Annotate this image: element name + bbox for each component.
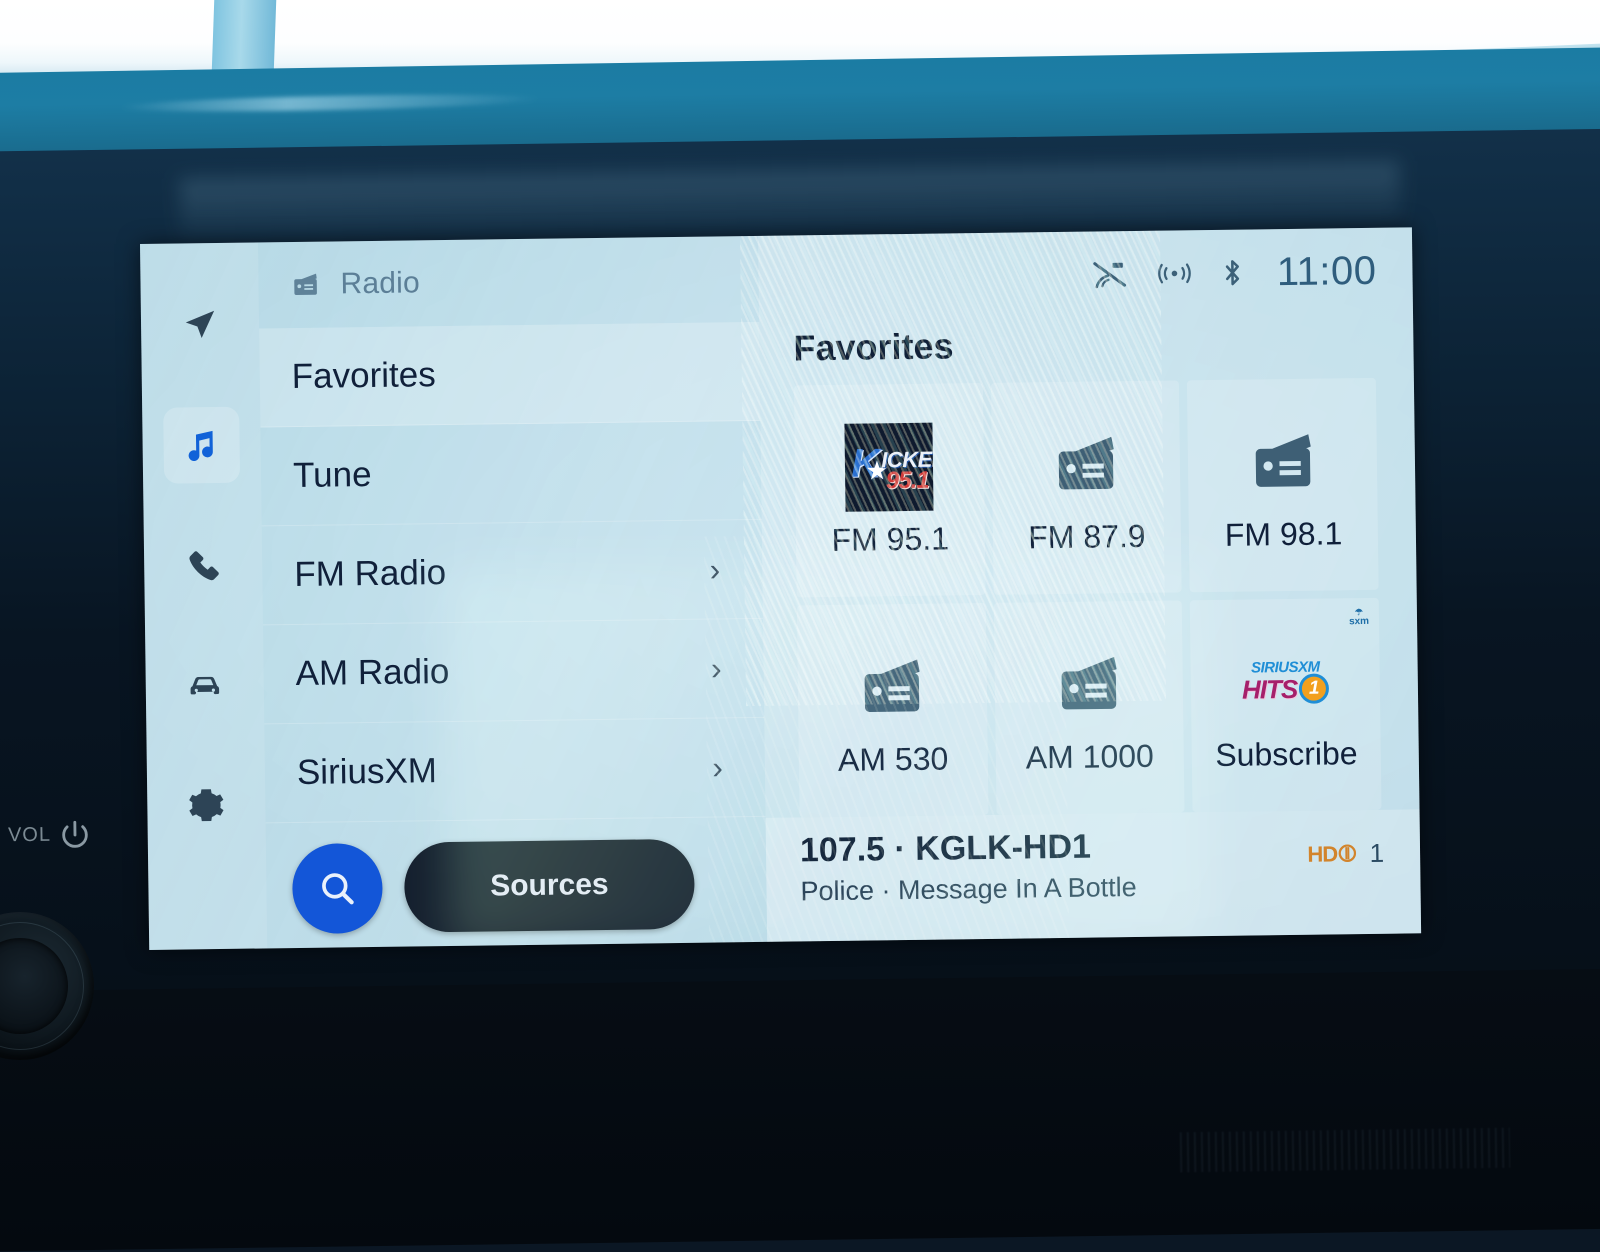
radio-icon xyxy=(1061,656,1117,709)
menu-item-label: Tune xyxy=(292,454,372,496)
station-artwork xyxy=(1041,420,1130,509)
now-playing-station: 107.5 · KGLK-HD1 xyxy=(799,827,1092,870)
favorites-panel: 11:00 Favorites K ★ ICKER 95.1 FM 95.1 F… xyxy=(757,227,1422,942)
power-icon[interactable] xyxy=(58,818,92,852)
menu-item-favorites[interactable]: Favorites xyxy=(259,321,761,428)
favorite-label: FM 87.9 xyxy=(1027,517,1146,555)
chevron-right-icon: › xyxy=(710,649,722,687)
bluetooth-icon xyxy=(1226,260,1240,286)
sxm-badge-label: sxm xyxy=(1348,615,1370,628)
station-logo-kicker: K ★ ICKER 95.1 xyxy=(844,422,934,512)
gear-icon xyxy=(189,789,224,822)
music-note-icon xyxy=(188,430,213,461)
station-artwork: SiriusXM Hits 1 xyxy=(1241,637,1330,726)
favorites-title: Favorites xyxy=(793,325,954,369)
favorite-tile-fm-981[interactable]: FM 98.1 xyxy=(1187,377,1379,593)
hits-wordmark: Hits xyxy=(1241,673,1298,705)
hd-radio-icon: HD ⦷ xyxy=(1307,840,1356,868)
radio-icon xyxy=(864,658,920,712)
hits-channel-number: 1 xyxy=(1298,673,1330,704)
favorite-tile-fm-951[interactable]: K ★ ICKER 95.1 FM 95.1 xyxy=(793,382,986,598)
hd-arc-glyph: ⦷ xyxy=(1338,840,1356,867)
favorite-label: FM 98.1 xyxy=(1224,514,1343,553)
phone-icon xyxy=(189,551,219,581)
favorite-label: AM 530 xyxy=(837,739,949,778)
station-logo-siriusxm-hits1: SiriusXM Hits 1 xyxy=(1241,650,1330,713)
menu-item-tune[interactable]: Tune xyxy=(260,420,762,527)
head-unit-lower-bezel xyxy=(0,968,1600,1252)
menu-header-title: Radio xyxy=(340,266,421,301)
windshield-pillar xyxy=(211,0,277,72)
sidebar-item-vehicle[interactable] xyxy=(166,647,243,724)
radio-icon xyxy=(1058,436,1114,489)
search-icon xyxy=(322,873,354,905)
car-icon xyxy=(190,676,220,695)
kicker-logo-frequency: 95.1 xyxy=(885,466,929,494)
sidebar-item-settings[interactable] xyxy=(168,767,245,844)
favorite-tile-subscribe[interactable]: ☂ sxm SiriusXM Hits 1 Subscribe xyxy=(1190,597,1382,813)
station-artwork xyxy=(848,642,937,731)
sources-button[interactable]: Sources xyxy=(403,838,696,933)
search-button[interactable] xyxy=(291,842,384,935)
favorite-label: FM 95.1 xyxy=(831,519,950,558)
now-playing-track: Police · Message In A Bottle xyxy=(800,872,1137,907)
infotainment-screen[interactable]: Radio Favorites Tune FM Radio › AM Radio xyxy=(140,227,1422,950)
sxm-badge-icon: ☂ sxm xyxy=(1348,607,1370,628)
hd-channel-number: 1 xyxy=(1369,837,1385,868)
menu-item-label: FM Radio xyxy=(294,553,447,595)
favorites-grid: K ★ ICKER 95.1 FM 95.1 FM 87.9 FM 98.1 A… xyxy=(760,377,1420,818)
station-artwork: K ★ ICKER 95.1 xyxy=(844,422,934,512)
favorite-tile-am-1000[interactable]: AM 1000 xyxy=(993,600,1185,815)
sidebar-item-phone[interactable] xyxy=(165,527,242,604)
favorite-label: Subscribe xyxy=(1215,734,1358,773)
satellite-muted-icon xyxy=(1093,262,1127,289)
clock: 11:00 xyxy=(1276,248,1377,294)
menu-item-am-radio[interactable]: AM Radio › xyxy=(263,618,765,725)
sidebar-item-navigation[interactable] xyxy=(162,287,239,364)
speaker-grille xyxy=(1179,1127,1511,1173)
chevron-right-icon: › xyxy=(709,550,721,588)
menu-item-label: SiriusXM xyxy=(296,751,438,792)
favorite-tile-fm-879[interactable]: FM 87.9 xyxy=(990,380,1182,595)
menu-item-siriusxm[interactable]: SiriusXM › xyxy=(264,717,766,824)
volume-label: VOL xyxy=(7,823,52,847)
navigation-arrow-icon xyxy=(185,310,215,339)
menu-item-label: AM Radio xyxy=(295,651,450,693)
radio-menu-panel: Radio Favorites Tune FM Radio › AM Radio xyxy=(258,236,767,948)
hd-radio-indicator: HD ⦷ 1 xyxy=(1307,824,1384,870)
favorite-label: AM 1000 xyxy=(1025,737,1155,775)
favorite-tile-am-530[interactable]: AM 530 xyxy=(796,602,989,818)
station-artwork xyxy=(1044,640,1133,729)
menu-item-label: Favorites xyxy=(291,355,436,397)
now-playing-bar[interactable]: 107.5 · KGLK-HD1 Police · Message In A B… xyxy=(765,809,1422,942)
hd-mark: HD xyxy=(1307,840,1338,867)
menu-action-bar: Sources xyxy=(291,838,696,935)
radio-icon xyxy=(294,273,317,295)
nav-rail xyxy=(140,242,268,950)
chevron-right-icon: › xyxy=(712,748,724,786)
station-artwork xyxy=(1238,417,1327,506)
menu-header: Radio xyxy=(258,236,759,329)
sidebar-item-media[interactable] xyxy=(163,406,241,484)
status-bar: 11:00 xyxy=(758,227,1413,322)
radio-icon xyxy=(1255,433,1311,487)
wireless-broadcast-icon xyxy=(1158,263,1192,284)
menu-item-fm-radio[interactable]: FM Radio › xyxy=(261,519,763,626)
